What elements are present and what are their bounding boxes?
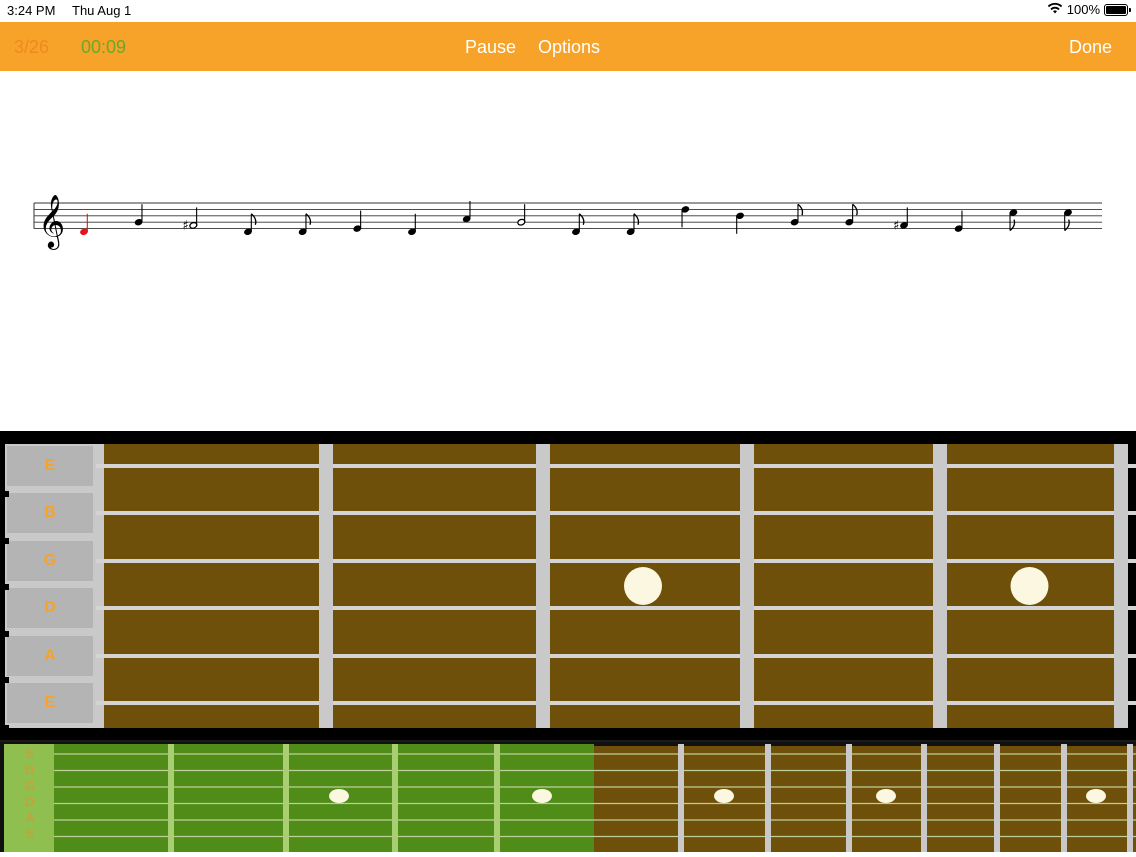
options-button[interactable]: Options bbox=[538, 37, 600, 58]
mini-inlay-dot bbox=[532, 789, 552, 803]
mini-fretboard[interactable]: EBGDAE bbox=[0, 740, 1136, 852]
score-note bbox=[572, 213, 585, 236]
mini-fret bbox=[283, 744, 289, 852]
fret-wire bbox=[1114, 444, 1128, 728]
mini-string-label: A bbox=[25, 810, 35, 825]
score-note bbox=[134, 204, 143, 226]
mini-string-label: E bbox=[26, 746, 35, 761]
mini-fret bbox=[1127, 744, 1133, 852]
mini-fret bbox=[994, 744, 1000, 852]
battery-percent: 100% bbox=[1066, 2, 1100, 17]
status-time: 3:24 PM bbox=[7, 3, 56, 18]
treble-clef-icon: 𝄞 bbox=[38, 194, 65, 250]
mini-string-label: G bbox=[25, 778, 35, 793]
score-note: ♯ bbox=[182, 207, 198, 233]
battery-icon bbox=[1104, 3, 1131, 16]
mini-fret bbox=[921, 744, 927, 852]
string-selector: EBGDAE bbox=[5, 444, 104, 728]
wifi-icon bbox=[1047, 2, 1063, 17]
score-note bbox=[517, 204, 526, 226]
sharp-icon: ♯ bbox=[182, 218, 188, 233]
score-note bbox=[1009, 209, 1018, 232]
visible-region-highlight bbox=[4, 744, 594, 852]
score-note bbox=[736, 212, 744, 234]
string-button-4[interactable]: D bbox=[7, 588, 93, 628]
string-button-3[interactable]: G bbox=[7, 541, 93, 581]
score-note bbox=[408, 213, 416, 236]
score-note bbox=[244, 213, 257, 236]
mini-string-label: D bbox=[25, 794, 34, 809]
score-note bbox=[353, 210, 362, 232]
mini-string-label: E bbox=[26, 826, 35, 841]
toolbar: 3/26 00:09 Pause Options Done bbox=[0, 22, 1136, 71]
status-right: 100% bbox=[1047, 2, 1131, 17]
mini-fret bbox=[1061, 744, 1067, 852]
status-bar: 3:24 PM Thu Aug 1 100% bbox=[0, 0, 1136, 22]
mini-fret bbox=[765, 744, 771, 852]
elapsed-timer: 00:09 bbox=[81, 37, 127, 57]
done-button[interactable]: Done bbox=[1069, 37, 1112, 58]
mini-string-label: B bbox=[25, 762, 34, 777]
mini-fret bbox=[168, 744, 174, 852]
string-button-6[interactable]: E bbox=[7, 683, 93, 723]
question-counter: 3/26 bbox=[14, 37, 50, 57]
score-note: ♯ bbox=[893, 207, 908, 233]
score-note bbox=[954, 210, 963, 232]
score-note bbox=[462, 201, 471, 223]
mini-inlay-dot bbox=[714, 789, 734, 803]
string-button-5[interactable]: A bbox=[7, 636, 93, 676]
mini-fretboard-drawing: EBGDAE bbox=[0, 742, 1136, 852]
fretboard-wood[interactable] bbox=[104, 444, 1114, 728]
score-note bbox=[80, 213, 88, 236]
status-date: Thu Aug 1 bbox=[72, 3, 132, 18]
score-note bbox=[626, 213, 640, 236]
score-note bbox=[298, 213, 312, 236]
string-button-2[interactable]: B bbox=[7, 493, 93, 533]
mini-fret bbox=[846, 744, 852, 852]
sheet-music-area: 𝄞 ♯ ♯ bbox=[0, 71, 1136, 431]
sharp-icon: ♯ bbox=[893, 218, 899, 233]
music-staff: 𝄞 ♯ ♯ bbox=[33, 194, 1102, 250]
mini-fret bbox=[678, 744, 684, 852]
fretboard: EBGDAE bbox=[0, 431, 1136, 740]
mini-fret bbox=[494, 744, 500, 852]
mini-inlay-dot bbox=[329, 789, 349, 803]
score-note bbox=[845, 203, 858, 226]
score-note bbox=[1064, 209, 1072, 232]
string-button-1[interactable]: E bbox=[7, 446, 93, 486]
mini-fret bbox=[392, 744, 398, 852]
mini-inlay-dot bbox=[876, 789, 896, 803]
pause-button[interactable]: Pause bbox=[465, 37, 516, 58]
score-note bbox=[790, 203, 804, 226]
mini-inlay-dot bbox=[1086, 789, 1106, 803]
score-note bbox=[681, 206, 690, 228]
